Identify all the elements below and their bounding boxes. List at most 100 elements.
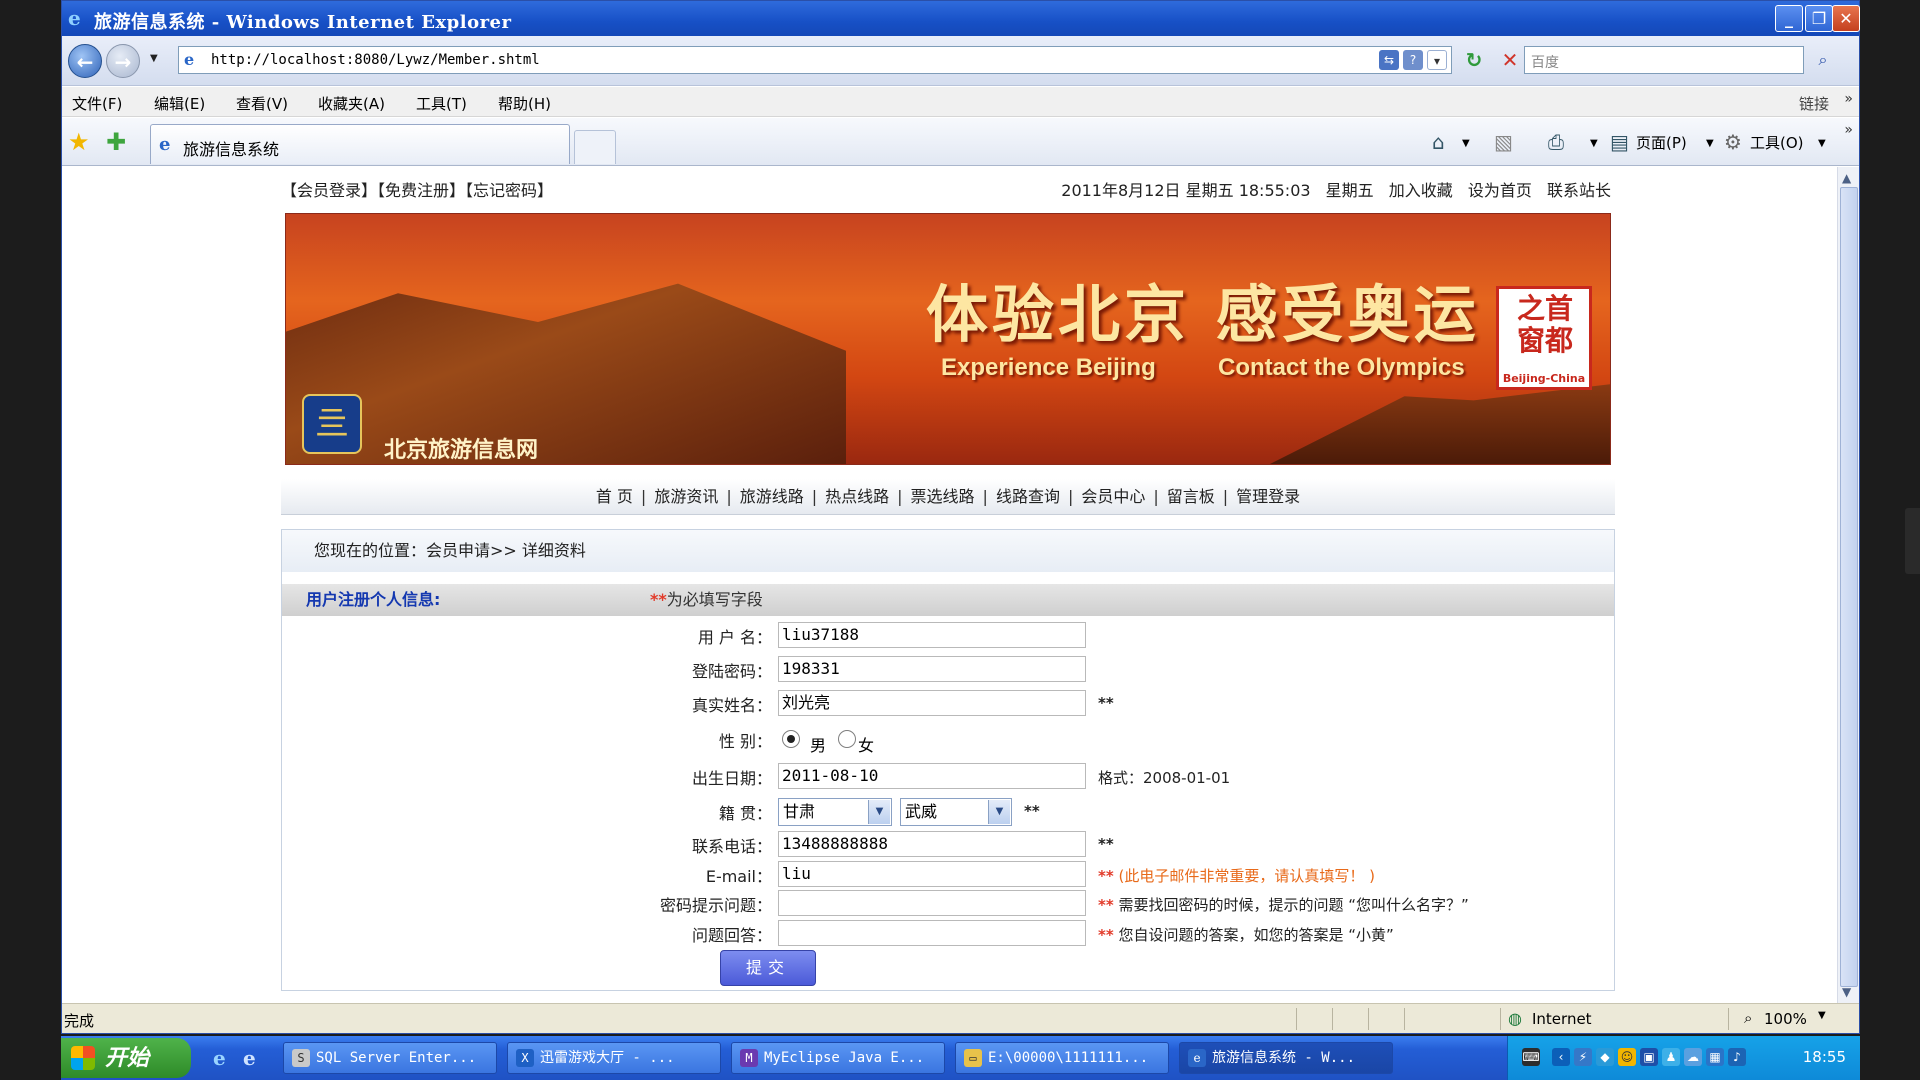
tray-users-icon[interactable]: ♟ [1662, 1048, 1680, 1066]
phone-input[interactable]: 13488888888 [778, 831, 1086, 857]
forward-button[interactable]: → [106, 44, 140, 78]
feeds-icon[interactable]: ▧ [1494, 130, 1513, 154]
monitor-icon[interactable]: ▣ [1640, 1048, 1658, 1066]
back-button[interactable]: ← [68, 44, 102, 78]
member-links[interactable]: 【会员登录】【免费注册】【忘记密码】 [281, 177, 553, 201]
print-icon[interactable]: ⎙ [1548, 130, 1564, 154]
birth-input[interactable]: 2011-08-10 [778, 763, 1086, 789]
nav-route-search[interactable]: 线路查询 [996, 487, 1060, 506]
help-icon[interactable]: ? [1403, 50, 1423, 70]
chevron-right-icon[interactable]: » [1844, 122, 1853, 138]
volume-icon[interactable]: ♪ [1728, 1048, 1746, 1066]
menu-tools[interactable]: 工具(T) [416, 93, 467, 114]
menu-edit[interactable]: 编辑(E) [154, 93, 205, 114]
tray-cloud-icon[interactable]: ☁ [1684, 1048, 1702, 1066]
tray-app-icon[interactable]: ◆ [1596, 1048, 1614, 1066]
history-dropdown-icon[interactable]: ▼ [150, 53, 158, 64]
gender-label: 性 别： [718, 732, 772, 751]
maximize-button[interactable]: ❐ [1805, 5, 1833, 32]
chevron-down-icon: ▼ [868, 800, 890, 824]
nav-voted-routes[interactable]: 票选线路 [911, 487, 975, 506]
required-note: **为必填写字段 [650, 590, 763, 609]
nav-admin-login[interactable]: 管理登录 [1236, 487, 1300, 506]
add-favorite-link[interactable]: 加入收藏 [1389, 181, 1453, 200]
url-dropdown-icon[interactable]: ▾ [1427, 50, 1447, 70]
favorites-star-icon[interactable]: ★ [68, 128, 90, 156]
desktop-quicklaunch-icon[interactable]: e [243, 1046, 256, 1070]
nav-hot-routes[interactable]: 热点线路 [825, 487, 889, 506]
nav-member-center[interactable]: 会员中心 [1081, 487, 1145, 506]
task-explorer-folder[interactable]: ▭ E:\00000\1111111... [955, 1042, 1169, 1074]
gender-female-radio[interactable] [838, 730, 856, 748]
qq-icon[interactable]: ☺ [1618, 1048, 1636, 1066]
username-input[interactable]: liu37188 [778, 622, 1086, 648]
menu-favorites[interactable]: 收藏夹(A) [318, 93, 385, 114]
tools-menu[interactable]: 工具(O) [1750, 132, 1804, 153]
compat-view-icon[interactable]: ⇆ [1379, 50, 1399, 70]
start-button[interactable]: 开始 [61, 1038, 191, 1078]
search-icon[interactable]: ⌕ [1808, 46, 1838, 74]
page-icon-menu[interactable]: ▤ [1610, 130, 1629, 154]
home-icon[interactable]: ⌂ [1432, 130, 1445, 154]
url-field[interactable]: e http://localhost:8080/Lywz/Member.shtm… [178, 46, 1452, 74]
password-input[interactable]: 198331 [778, 656, 1086, 682]
zoom-dropdown-icon[interactable]: ▼ [1818, 1010, 1826, 1021]
home-dropdown-icon[interactable]: ▼ [1462, 138, 1470, 149]
stop-icon[interactable]: ✕ [1496, 46, 1524, 74]
side-panel-handle[interactable] [1905, 508, 1920, 574]
question-input[interactable] [778, 890, 1086, 916]
page-dropdown-icon[interactable]: ▼ [1706, 138, 1714, 149]
nav-guestbook[interactable]: 留言板 [1167, 487, 1215, 506]
scroll-up-icon[interactable]: ▲ [1842, 171, 1851, 185]
submit-button[interactable]: 提交 [720, 950, 816, 986]
seal-chars: 之首 窗都 [1516, 292, 1573, 357]
realname-input[interactable]: 刘光亮 [778, 690, 1086, 716]
nav-travel-routes[interactable]: 旅游线路 [740, 487, 804, 506]
tray-arrow-icon[interactable]: ‹ [1552, 1048, 1570, 1066]
myeclipse-icon: M [740, 1049, 758, 1067]
ie-quicklaunch-icon[interactable]: e [213, 1046, 226, 1070]
url-text[interactable]: http://localhost:8080/Lywz/Member.shtml [211, 52, 540, 68]
refresh-icon[interactable]: ↻ [1460, 46, 1488, 74]
ie-task-icon: e [1188, 1049, 1206, 1067]
page-menu[interactable]: 页面(P) [1636, 132, 1687, 153]
task-sql-server[interactable]: S SQL Server Enter... [283, 1042, 497, 1074]
network-icon[interactable]: ⚡ [1574, 1048, 1592, 1066]
scroll-down-icon[interactable]: ▼ [1842, 985, 1851, 999]
print-dropdown-icon[interactable]: ▼ [1590, 138, 1598, 149]
city-select[interactable]: 武威 ▼ [900, 798, 1012, 826]
menu-help[interactable]: 帮助(H) [498, 93, 551, 114]
task-travel-system[interactable]: e 旅游信息系统 - W... [1179, 1042, 1393, 1074]
banner-headline: 体验北京 感受奥运 [926, 278, 1480, 351]
close-button[interactable]: ✕ [1832, 5, 1860, 32]
menu-view[interactable]: 查看(V) [236, 93, 288, 114]
minimize-button[interactable]: _ [1775, 5, 1803, 32]
tools-dropdown-icon[interactable]: ▼ [1818, 138, 1826, 149]
menu-file[interactable]: 文件(F) [72, 93, 122, 114]
search-input[interactable]: 百度 [1524, 46, 1804, 74]
nav-travel-news[interactable]: 旅游资讯 [654, 487, 718, 506]
tray-device-icon[interactable]: ▦ [1706, 1048, 1724, 1066]
province-value: 甘肃 [783, 802, 816, 821]
scroll-thumb[interactable] [1840, 187, 1858, 987]
new-tab-button[interactable] [574, 130, 616, 164]
seal-en: Beijing-China [1502, 372, 1586, 385]
gender-male-radio[interactable] [782, 730, 800, 748]
task-myeclipse[interactable]: M MyEclipse Java E... [731, 1042, 945, 1074]
email-input[interactable]: liu [778, 861, 1086, 887]
links-label[interactable]: 链接 [1799, 93, 1829, 114]
province-select[interactable]: 甘肃 ▼ [778, 798, 892, 826]
answer-input[interactable] [778, 920, 1086, 946]
chevron-right-icon[interactable]: » [1844, 91, 1853, 107]
gear-icon[interactable]: ⚙ [1724, 130, 1742, 154]
keyboard-icon[interactable]: ⌨ [1522, 1048, 1540, 1066]
tab-bar: ★ ✚ e 旅游信息系统 ⌂ ▼ ▧ ⎙ ▼ ▤ 页面(P) ▼ ⚙ 工具(O)… [62, 118, 1859, 166]
set-homepage-link[interactable]: 设为首页 [1468, 181, 1532, 200]
tab-travel-system[interactable]: e 旅游信息系统 [150, 124, 570, 164]
zoom-level[interactable]: 100% [1764, 1010, 1807, 1028]
vertical-scrollbar[interactable]: ▲ ▼ [1837, 167, 1859, 1003]
contact-admin-link[interactable]: 联系站长 [1547, 181, 1611, 200]
add-favorites-icon[interactable]: ✚ [106, 128, 126, 156]
nav-home[interactable]: 首 页 [596, 487, 633, 506]
task-xunlei-games[interactable]: X 迅雷游戏大厅 - ... [507, 1042, 721, 1074]
